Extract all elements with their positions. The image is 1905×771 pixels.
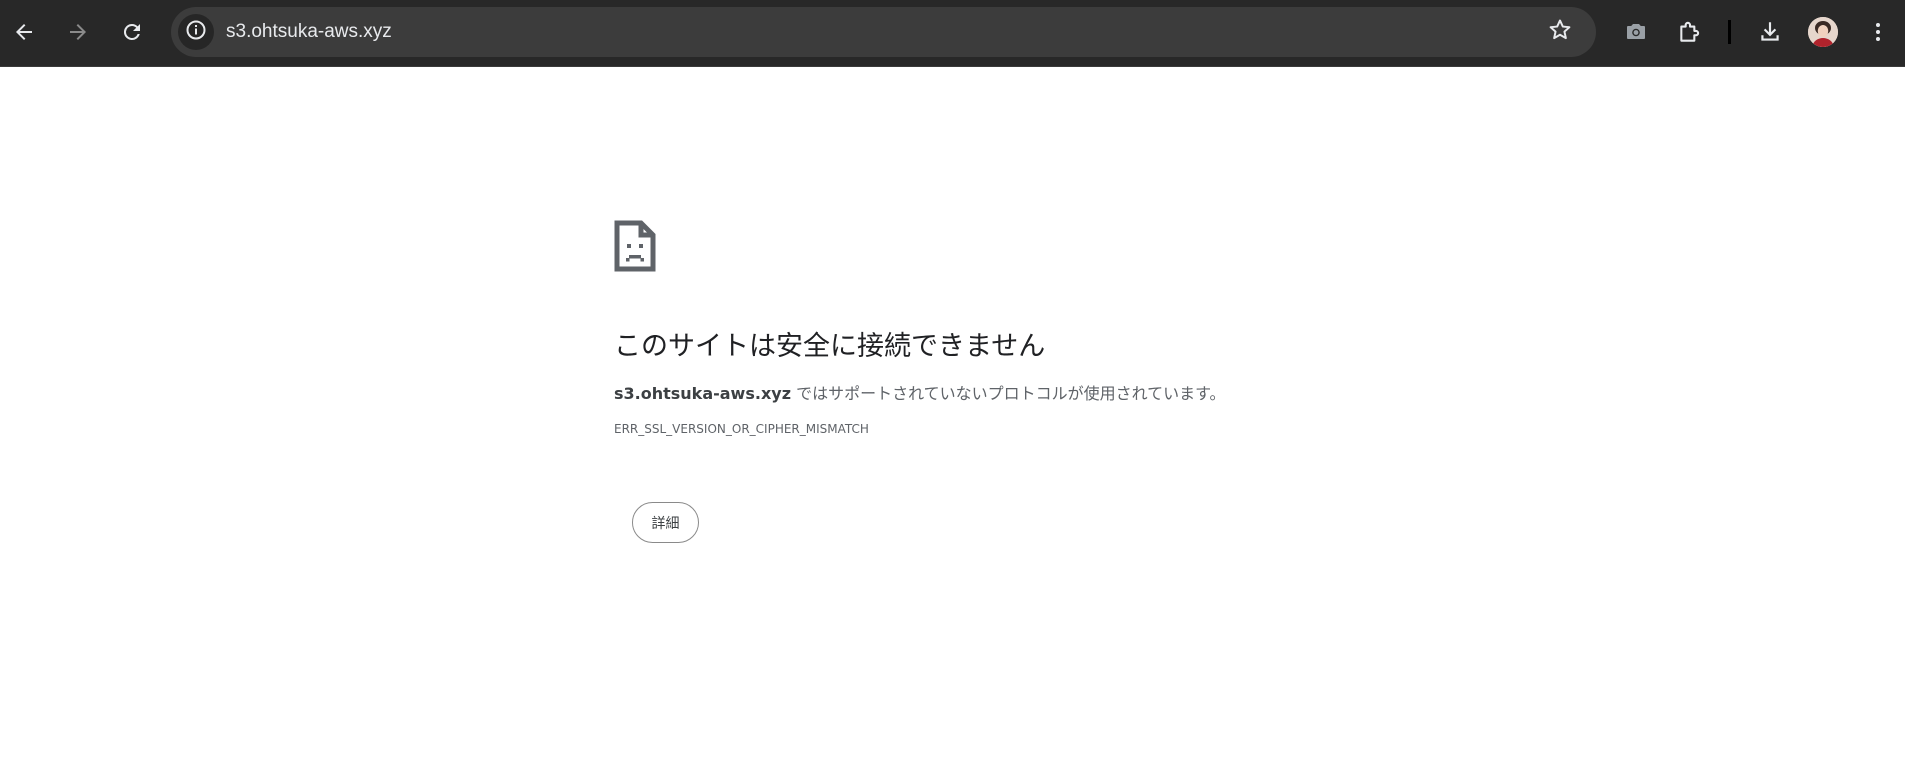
url-text[interactable]: s3.ohtsuka-aws.xyz <box>226 7 392 57</box>
error-description: s3.ohtsuka-aws.xyz ではサポートされていないプロトコルが使用さ… <box>614 380 1226 404</box>
error-host: s3.ohtsuka-aws.xyz <box>614 384 791 403</box>
avatar[interactable] <box>1808 17 1838 47</box>
arrow-left-icon <box>12 20 36 44</box>
reload-icon <box>120 20 144 44</box>
download-icon <box>1757 19 1783 45</box>
menu-button[interactable] <box>1858 12 1898 52</box>
site-info-button[interactable] <box>178 14 214 50</box>
camera-icon <box>1624 20 1648 44</box>
error-description-text: ではサポートされていないプロトコルが使用されています。 <box>791 384 1226 403</box>
arrow-right-icon <box>66 20 90 44</box>
reload-button[interactable] <box>112 12 152 52</box>
kebab-menu-icon <box>1866 20 1890 44</box>
extensions-button[interactable] <box>1670 12 1710 52</box>
bookmark-button[interactable] <box>1542 14 1578 50</box>
error-title: このサイトは安全に接続できません <box>614 331 1046 362</box>
error-code: ERR_SSL_VERSION_OR_CIPHER_MISMATCH <box>614 422 869 436</box>
camera-button[interactable] <box>1616 12 1656 52</box>
info-icon <box>185 19 207 45</box>
puzzle-icon <box>1677 19 1703 45</box>
toolbar-divider <box>1728 20 1731 44</box>
back-button[interactable] <box>4 12 44 52</box>
browser-toolbar: s3.ohtsuka-aws.xyz <box>0 0 1905 67</box>
details-button[interactable]: 詳細 <box>632 502 699 543</box>
forward-button[interactable] <box>58 12 98 52</box>
downloads-button[interactable] <box>1750 12 1790 52</box>
star-icon <box>1547 17 1573 47</box>
address-bar[interactable]: s3.ohtsuka-aws.xyz <box>171 7 1596 57</box>
sad-file-icon <box>614 220 656 272</box>
